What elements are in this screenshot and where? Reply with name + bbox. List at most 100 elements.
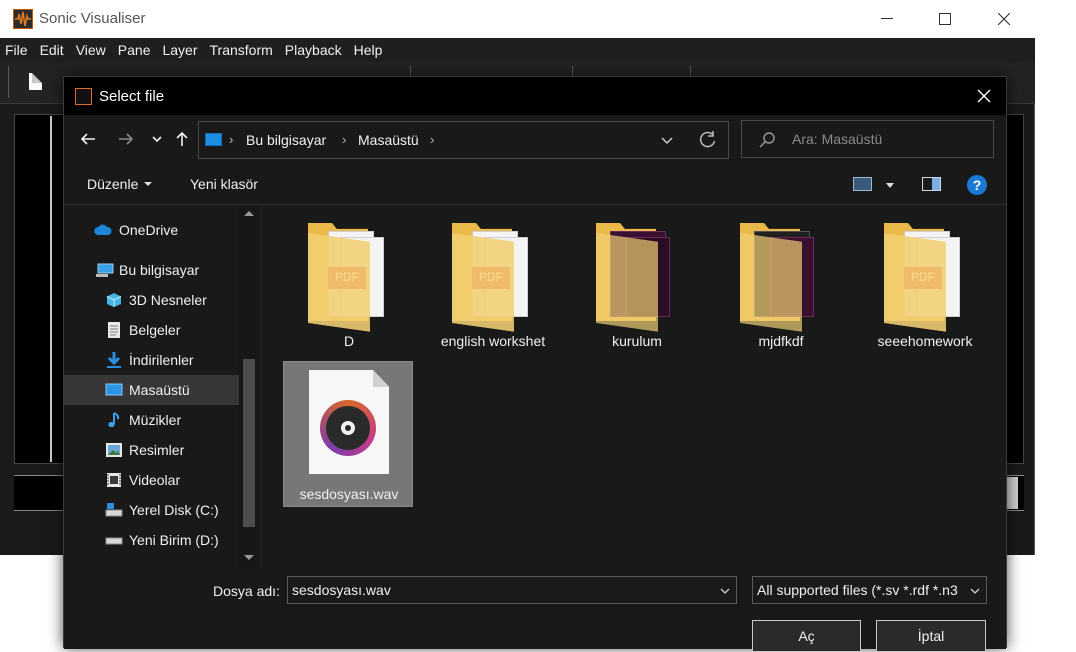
sidebar-item-onedrive[interactable]: OneDrive xyxy=(64,215,239,245)
chevron-down-icon[interactable] xyxy=(720,587,730,595)
navigation-scrollbar[interactable] xyxy=(239,205,260,569)
chevron-down-icon[interactable] xyxy=(970,587,980,595)
command-bar: Düzenle Yeni klasör ? xyxy=(64,163,1006,205)
file-item-d[interactable]: PDF D xyxy=(284,215,414,361)
organize-label: Düzenle xyxy=(87,176,139,192)
pane-divider xyxy=(50,116,52,462)
cube-icon xyxy=(106,293,122,307)
search-icon xyxy=(759,132,775,148)
file-item-seeehomework[interactable]: PDF seeehomework xyxy=(860,215,990,361)
close-icon xyxy=(977,89,991,103)
recent-locations-button[interactable] xyxy=(145,127,169,151)
search-input[interactable]: Ara: Masaüstü xyxy=(741,120,994,158)
dialog-app-icon xyxy=(75,88,92,105)
file-name: D xyxy=(343,333,355,349)
app-title: Sonic Visualiser xyxy=(39,10,146,27)
navigation-bar: › Bu bilgisayar › Masaüstü › Ara: Masaüs… xyxy=(64,115,1006,163)
file-name: mjdfkdf xyxy=(758,333,804,349)
picture-icon xyxy=(106,443,122,457)
computer-icon xyxy=(205,133,222,146)
file-item-mjdfkdf[interactable]: mjdfkdf xyxy=(716,215,846,361)
sidebar-item-label: Belgeler xyxy=(129,322,181,338)
new-folder-button[interactable]: Yeni klasör xyxy=(190,176,258,192)
select-file-dialog: Select file › Bu bilgisayar › Masaüstü › xyxy=(63,76,1007,652)
sidebar-item-videolar[interactable]: Videolar xyxy=(64,465,239,495)
menu-view[interactable]: View xyxy=(76,42,106,58)
sidebar-item-bu-bilgisayar[interactable]: Bu bilgisayar xyxy=(64,255,239,285)
forward-button[interactable] xyxy=(114,127,138,151)
up-button[interactable] xyxy=(170,127,194,151)
address-bar[interactable]: › Bu bilgisayar › Masaüstü › xyxy=(198,121,729,159)
document-icon xyxy=(108,322,120,338)
menu-playback[interactable]: Playback xyxy=(285,42,342,58)
folder-icon: PDF xyxy=(884,223,962,332)
preview-pane-icon[interactable] xyxy=(922,177,941,191)
scrollbar-thumb[interactable] xyxy=(243,359,255,527)
file-item-kurulum[interactable]: kurulum xyxy=(572,215,702,361)
address-dropdown-icon[interactable] xyxy=(659,132,675,148)
scroll-up-arrow-icon[interactable] xyxy=(244,211,254,216)
file-name: seeehomework xyxy=(877,333,973,349)
breadcrumb-separator: › xyxy=(342,132,347,147)
maximize-button[interactable] xyxy=(916,0,974,38)
sidebar-item-muzikler[interactable]: Müzikler xyxy=(64,405,239,435)
cancel-button[interactable]: İptal xyxy=(876,620,986,652)
back-button[interactable] xyxy=(76,127,100,151)
close-app-button[interactable] xyxy=(975,0,1033,38)
view-options-chevron-icon[interactable] xyxy=(886,183,894,188)
filename-field[interactable]: sesdosyası.wav xyxy=(287,576,737,604)
breadcrumb-bu-bilgisayar[interactable]: Bu bilgisayar xyxy=(246,132,326,148)
dialog-close-button[interactable] xyxy=(962,77,1006,115)
sidebar-item-masaustu[interactable]: Masaüstü xyxy=(64,375,239,405)
menu-file[interactable]: File xyxy=(5,42,28,58)
new-document-icon[interactable] xyxy=(29,73,42,90)
chevron-down-icon xyxy=(144,182,153,186)
sidebar-item-label: Yeni Birim (D:) xyxy=(129,532,219,548)
file-item-sesdosyasi-wav[interactable]: sesdosyası.wav xyxy=(283,361,413,507)
file-name: english workshet xyxy=(440,333,546,349)
breadcrumb-separator: › xyxy=(229,132,234,147)
change-view-icon[interactable] xyxy=(853,177,872,191)
file-name: kurulum xyxy=(612,333,662,349)
computer-icon xyxy=(96,263,114,277)
app-titlebar: Sonic Visualiser xyxy=(0,0,1035,38)
drive-icon xyxy=(105,537,123,545)
menu-transform[interactable]: Transform xyxy=(210,42,273,58)
sidebar-item-label: OneDrive xyxy=(119,222,179,238)
sidebar-item-label: Videolar xyxy=(129,472,181,488)
filename-label: Dosya adı: xyxy=(213,583,280,599)
scroll-down-arrow-icon[interactable] xyxy=(244,555,254,560)
sidebar-item-label: Yerel Disk (C:) xyxy=(129,502,219,518)
menu-pane[interactable]: Pane xyxy=(118,42,151,58)
desktop-icon xyxy=(105,383,123,396)
menu-help[interactable]: Help xyxy=(354,42,383,58)
filetype-select[interactable]: All supported files (*.sv *.rdf *.n3 xyxy=(752,576,987,604)
dialog-title: Select file xyxy=(99,88,165,105)
sidebar-item-indirilenler[interactable]: İndirilenler xyxy=(64,345,239,375)
refresh-icon[interactable] xyxy=(698,130,718,150)
folder-icon: PDF xyxy=(452,223,530,332)
arrow-right-icon xyxy=(119,133,134,145)
organize-button[interactable]: Düzenle xyxy=(87,176,153,192)
sidebar-item-label: Bu bilgisayar xyxy=(119,262,200,278)
folder-icon: PDF xyxy=(308,223,386,332)
menu-layer[interactable]: Layer xyxy=(162,42,197,58)
sidebar-item-belgeler[interactable]: Belgeler xyxy=(64,315,239,345)
sidebar-item-label: Müzikler xyxy=(129,412,182,428)
sidebar-item-label: İndirilenler xyxy=(129,352,194,368)
sidebar-item-resimler[interactable]: Resimler xyxy=(64,435,239,465)
breadcrumb-masaustu[interactable]: Masaüstü xyxy=(358,132,419,148)
menu-edit[interactable]: Edit xyxy=(40,42,64,58)
help-icon[interactable]: ? xyxy=(967,175,987,195)
sidebar-item-yeni-birim-d[interactable]: Yeni Birim (D:) xyxy=(64,525,239,555)
minimize-button[interactable] xyxy=(858,0,916,38)
open-button[interactable]: Aç xyxy=(752,620,861,652)
dialog-footer: Dosya adı: sesdosyası.wav All supported … xyxy=(64,569,1006,652)
dialog-titlebar: Select file xyxy=(64,77,1006,115)
new-folder-label: Yeni klasör xyxy=(190,176,258,192)
sidebar-item-3d-nesneler[interactable]: 3D Nesneler xyxy=(64,285,239,315)
file-list: PDF D PDF english workshet xyxy=(262,205,1006,569)
sidebar-item-yerel-disk-c[interactable]: Yerel Disk (C:) xyxy=(64,495,239,525)
file-item-english-workshet[interactable]: PDF english workshet xyxy=(428,215,558,361)
breadcrumb-separator: › xyxy=(430,132,435,147)
